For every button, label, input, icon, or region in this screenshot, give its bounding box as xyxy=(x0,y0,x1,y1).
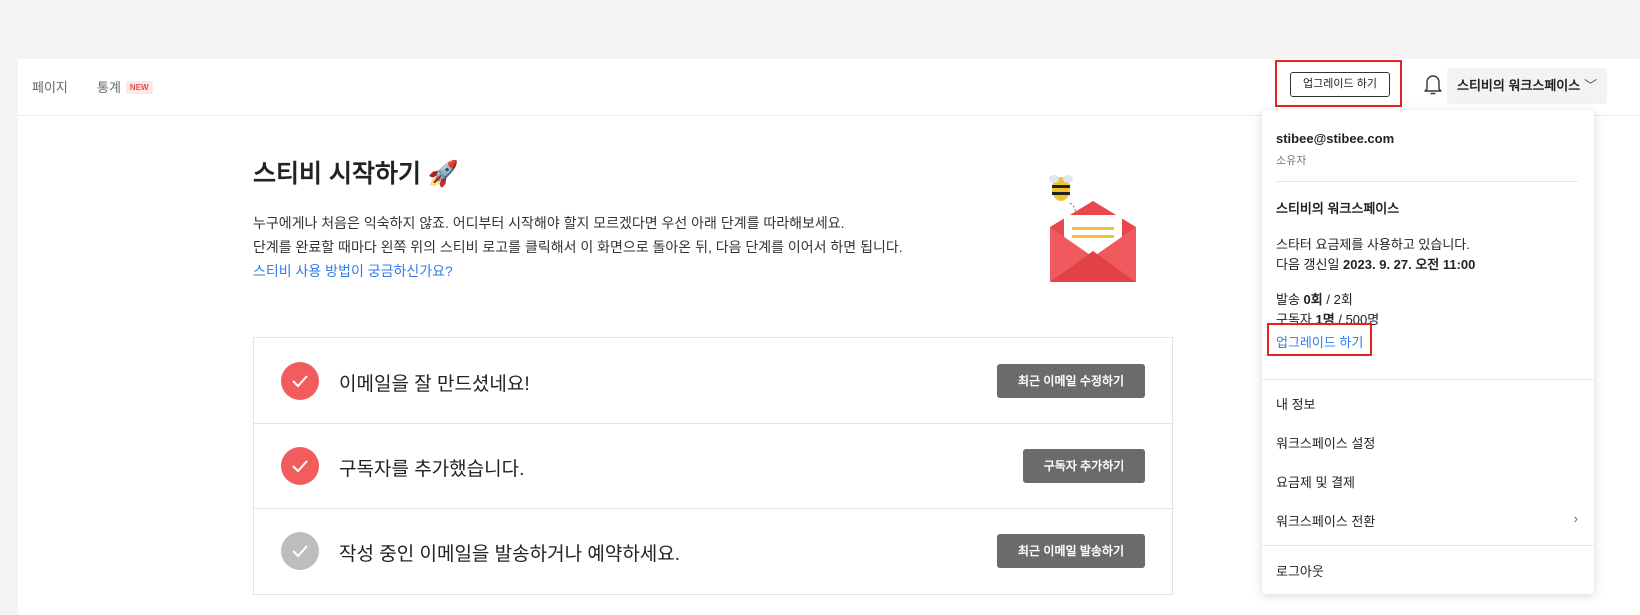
intro-line-1: 누구에게나 처음은 익숙하지 않죠. 어디부터 시작해야 할지 모르겠다면 우선… xyxy=(253,215,845,231)
divider xyxy=(1276,181,1578,182)
workspace-dropdown: stibee@stibee.com 소유자 스티비의 워크스페이스 스타터 요금… xyxy=(1262,110,1594,594)
step-text: 이메일을 잘 만드셨네요! xyxy=(339,374,530,395)
upgrade-button[interactable]: 업그레이드 하기 xyxy=(1290,72,1390,97)
add-subscriber-button[interactable]: 구독자 추가하기 xyxy=(1023,449,1145,483)
page-title: 스티비 시작하기 🚀 xyxy=(253,160,460,188)
menu-my-info[interactable]: 내 정보 xyxy=(1276,394,1316,413)
edit-recent-email-button[interactable]: 최근 이메일 수정하기 xyxy=(997,364,1145,398)
step-item: 작성 중인 이메일을 발송하거나 예약하세요. 최근 이메일 발송하기 xyxy=(254,508,1172,593)
chevron-down-icon: ﹀ xyxy=(1583,78,1597,93)
chevron-right-icon: › xyxy=(1573,511,1578,526)
plan-text: 스타터 요금제를 사용하고 있습니다. xyxy=(1276,237,1470,252)
send-recent-email-button[interactable]: 최근 이메일 발송하기 xyxy=(997,534,1145,568)
step-text: 작성 중인 이메일을 발송하거나 예약하세요. xyxy=(339,544,681,565)
nav-pages[interactable]: 페이지 xyxy=(32,77,68,96)
step-item: 이메일을 잘 만드셨네요! 최근 이메일 수정하기 xyxy=(254,338,1172,424)
step-item: 구독자를 추가했습니다. 구독자 추가하기 xyxy=(254,423,1172,509)
nav-stats[interactable]: 통계 NEW xyxy=(97,77,153,96)
check-done-icon xyxy=(281,447,319,485)
account-email: stibee@stibee.com xyxy=(1276,131,1395,146)
check-pending-icon xyxy=(281,532,319,570)
menu-plan-billing[interactable]: 요금제 및 결제 xyxy=(1276,472,1355,491)
menu-workspace-settings[interactable]: 워크스페이스 설정 xyxy=(1276,433,1375,452)
new-badge: NEW xyxy=(125,81,153,94)
send-usage: 발송 0회 / 2회 xyxy=(1276,292,1353,307)
workspace-name-label: 스티비의 워크스페이스 xyxy=(1276,201,1400,216)
onboarding-steps: 이메일을 잘 만드셨네요! 최근 이메일 수정하기 구독자를 추가했습니다. 구… xyxy=(253,337,1173,595)
workspace-name: 스티비의 워크스페이스 xyxy=(1457,78,1581,93)
bell-icon[interactable] xyxy=(1423,72,1443,96)
account-role: 소유자 xyxy=(1276,155,1307,167)
logout-button[interactable]: 로그아웃 xyxy=(1276,561,1324,580)
menu-switch-workspace-label: 워크스페이스 전환 xyxy=(1276,514,1376,529)
divider xyxy=(1262,379,1594,380)
renewal-info: 다음 갱신일 2023. 9. 27. 오전 11:00 xyxy=(1276,257,1476,272)
divider xyxy=(1262,545,1594,546)
workspace-menu-button[interactable]: 스티비의 워크스페이스 ﹀ xyxy=(1447,68,1607,104)
upgrade-link[interactable]: 업그레이드 하기 xyxy=(1276,332,1363,351)
check-done-icon xyxy=(281,362,319,400)
intro-line-2: 단계를 완료할 때마다 왼쪽 위의 스티비 로고를 클릭해서 이 화면으로 돌아… xyxy=(253,239,903,255)
rocket-icon: 🚀 xyxy=(427,160,460,188)
top-navigation: 페이지 통계 NEW 업그레이드 하기 스티비의 워크스페이스 ﹀ xyxy=(18,59,1640,116)
help-link[interactable]: 스티비 사용 방법이 궁금하신가요? xyxy=(253,261,453,281)
step-text: 구독자를 추가했습니다. xyxy=(339,459,525,480)
nav-stats-label: 통계 xyxy=(97,80,121,95)
bee-envelope-illustration xyxy=(1049,175,1136,282)
menu-switch-workspace[interactable]: 워크스페이스 전환 › xyxy=(1276,511,1578,530)
